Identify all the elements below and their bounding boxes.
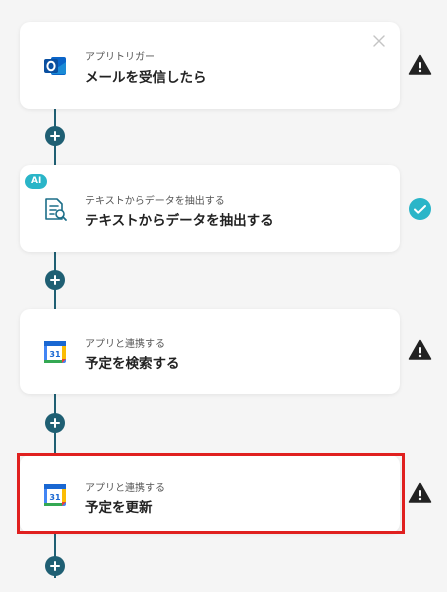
check-circle-icon [409,198,431,220]
close-icon[interactable] [372,34,386,48]
warning-icon [408,482,432,503]
add-step-button[interactable] [45,270,65,290]
step-title: メールを受信したら [85,70,207,86]
outlook-icon [44,57,66,75]
step-card-trigger[interactable]: アプリトリガー メールを受信したら [20,22,400,109]
plus-icon [50,418,60,428]
plus-icon [50,561,60,571]
plus-icon [50,275,60,285]
step-card-ai-extract[interactable]: テキストからデータを抽出する テキストからデータを抽出する [20,165,400,252]
step-subtitle: テキストからデータを抽出する [85,196,225,207]
document-search-icon [45,198,67,221]
ai-badge: AI [25,174,48,189]
step-subtitle: アプリと連携する [85,339,165,350]
google-calendar-icon: 31 [44,341,66,363]
selection-highlight [17,453,405,534]
calendar-day-number: 31 [49,350,61,359]
step-title: テキストからデータを抽出する [85,213,274,229]
warning-icon [408,339,432,360]
add-step-button[interactable] [45,413,65,433]
step-card-search-event[interactable]: 31 アプリと連携する 予定を検索する [20,309,400,394]
warning-icon [408,54,432,75]
step-title: 予定を検索する [85,356,180,372]
flow-canvas: アプリトリガー メールを受信したら テキストからデータを抽出する テキストからデ… [0,0,447,592]
add-step-button[interactable] [45,556,65,576]
step-subtitle: アプリトリガー [85,52,155,63]
add-step-button[interactable] [45,126,65,146]
plus-icon [50,131,60,141]
